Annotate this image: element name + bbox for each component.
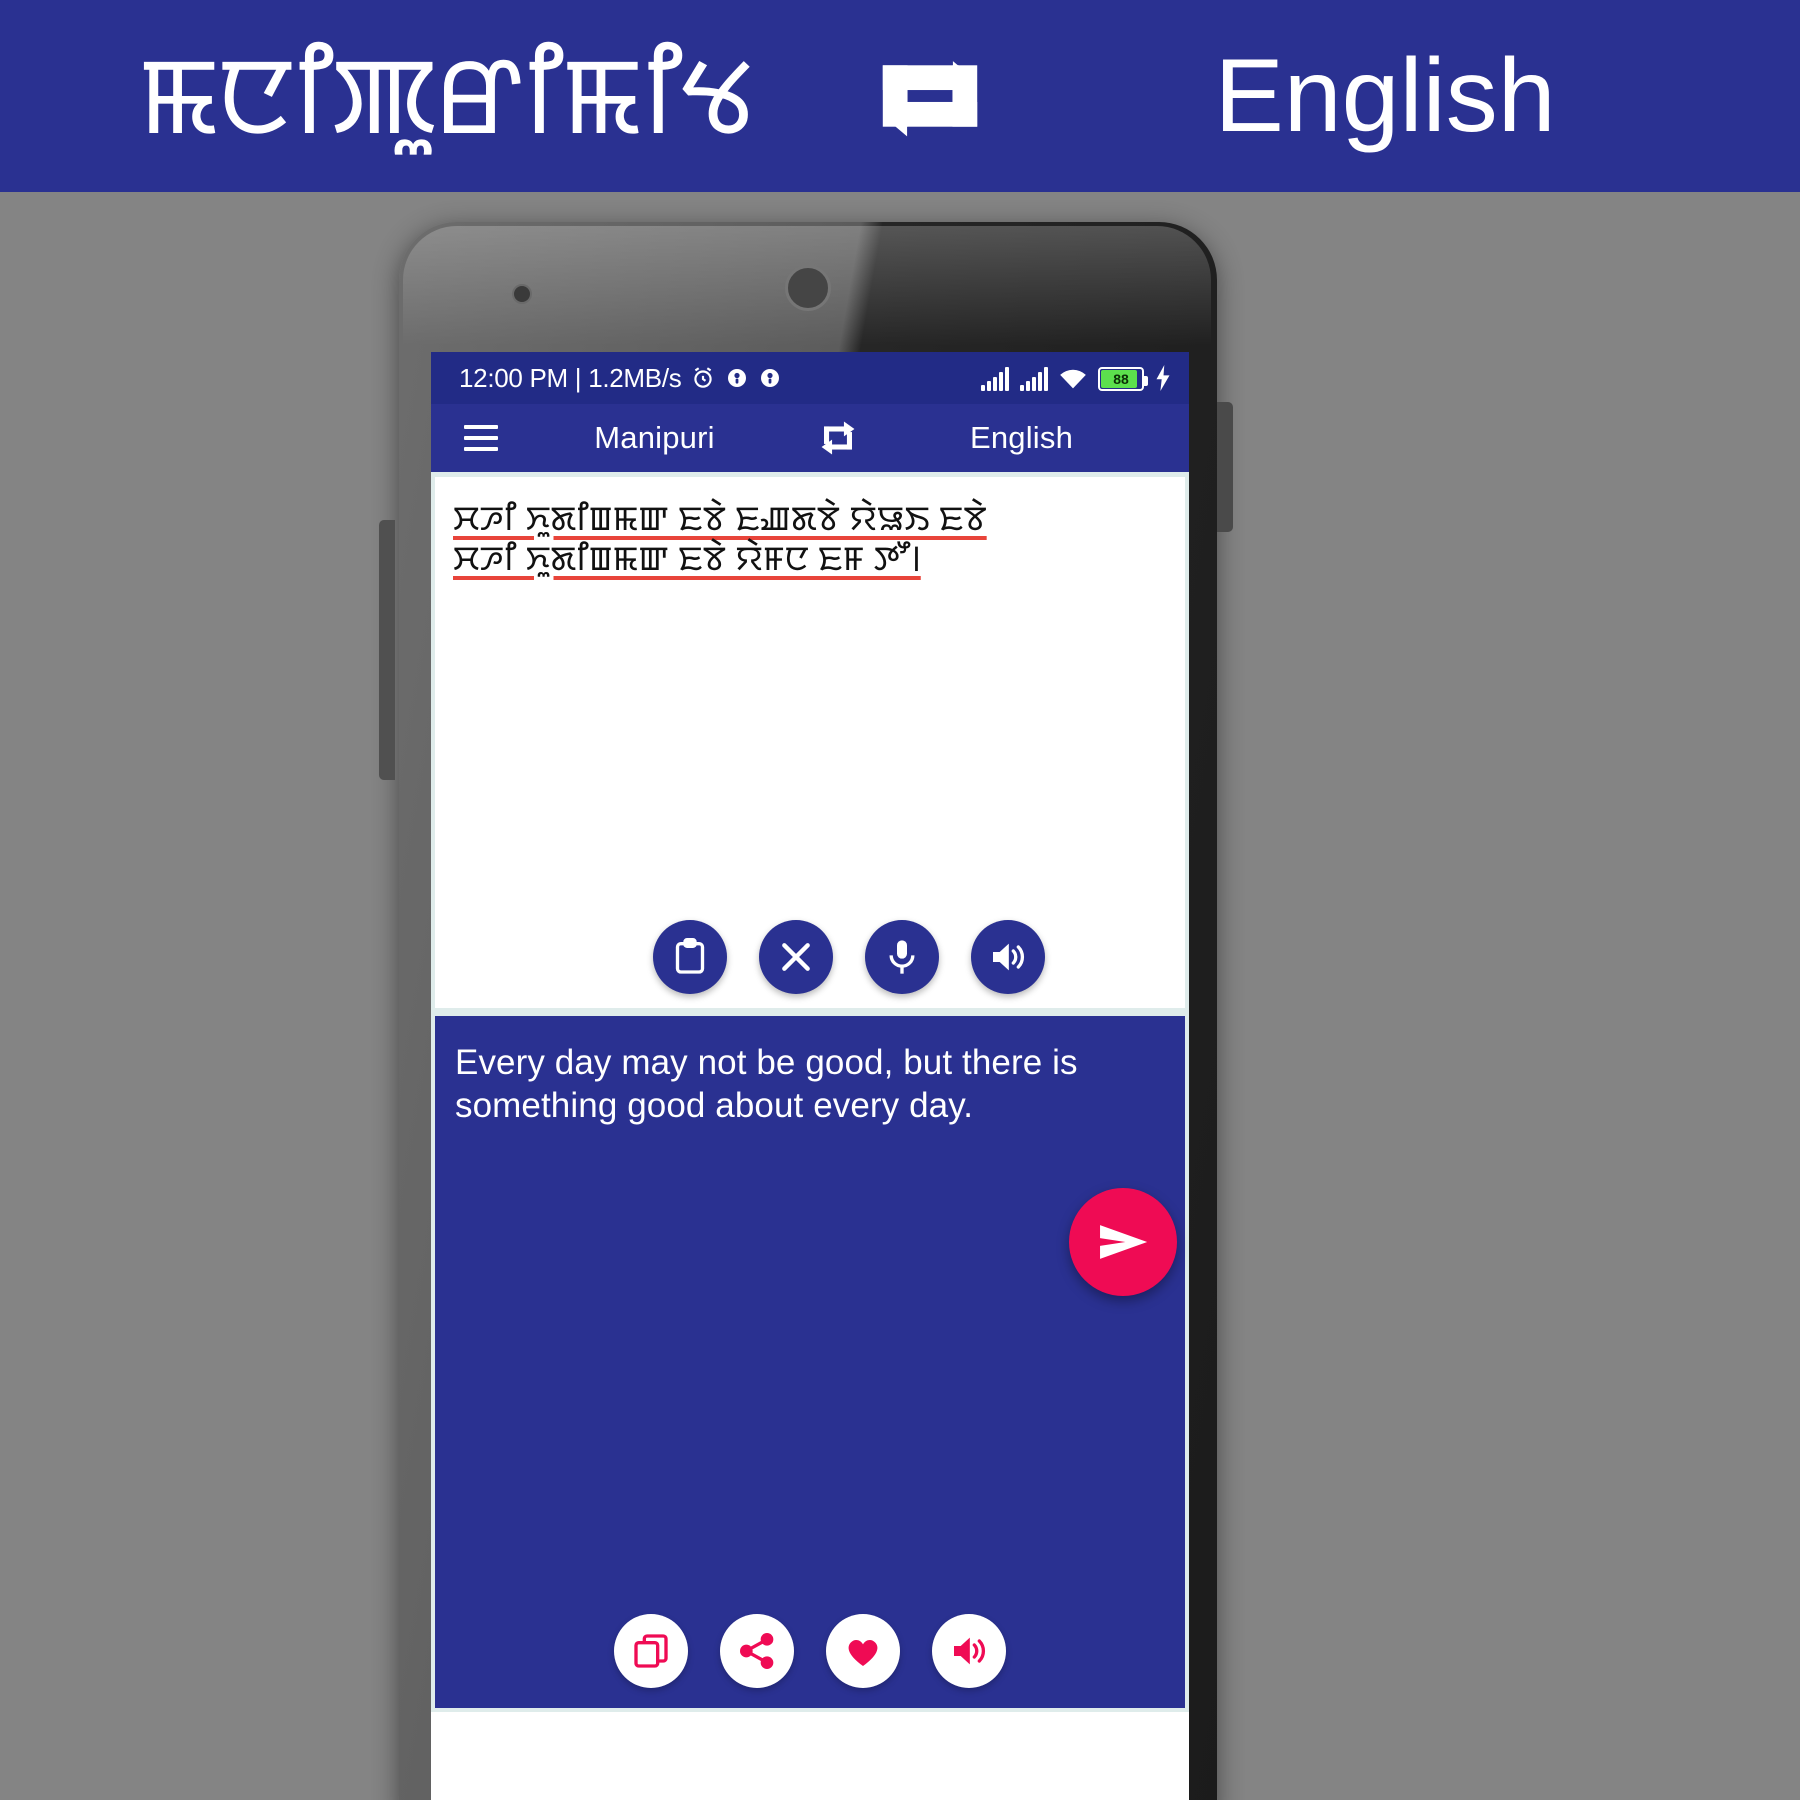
status-bar-right: 88 xyxy=(981,365,1171,391)
screen-bottom-strip xyxy=(431,1712,1189,1736)
app-toolbar: Manipuri English xyxy=(431,404,1189,472)
bolt-icon xyxy=(1155,365,1171,391)
voice-input-button[interactable] xyxy=(865,920,939,994)
status-bar-text: 12:00 PM | 1.2MB/s xyxy=(459,362,682,393)
translation-result-panel: Every day may not be good, but there is … xyxy=(431,1012,1189,1712)
banner-source-language: ꯃꯅꯤꯄꯨꯔꯤꯃꯤꯠ xyxy=(137,35,754,156)
status-bar: 12:00 PM | 1.2MB/s 88 xyxy=(431,352,1189,404)
vibrate-icon xyxy=(758,366,782,390)
phone-screen: 12:00 PM | 1.2MB/s 88 Manipuri English ꯆ… xyxy=(431,352,1189,1800)
vibrate-icon xyxy=(725,366,749,390)
swap-horizontal-icon xyxy=(825,41,1035,151)
share-icon xyxy=(737,1631,777,1671)
front-camera-icon xyxy=(512,284,532,304)
battery-icon: 88 xyxy=(1098,367,1148,391)
copy-icon xyxy=(631,1631,671,1671)
share-button[interactable] xyxy=(720,1614,794,1688)
alarm-clock-icon xyxy=(690,365,716,391)
translation-result-text: Every day may not be good, but there is … xyxy=(455,1043,1078,1125)
heart-icon xyxy=(843,1631,883,1671)
wifi-icon xyxy=(1059,367,1087,391)
earpiece-speaker xyxy=(785,265,831,311)
speaker-icon xyxy=(988,937,1028,977)
signal-1-icon xyxy=(981,367,1009,391)
signal-2-icon xyxy=(1020,367,1048,391)
speak-result-button[interactable] xyxy=(932,1614,1006,1688)
speaker-icon xyxy=(949,1631,989,1671)
promo-banner: ꯃꯅꯤꯄꯨꯔꯤꯃꯤꯠ English xyxy=(0,0,1800,192)
send-translate-button[interactable] xyxy=(1069,1188,1177,1296)
send-icon xyxy=(1094,1213,1152,1271)
result-action-buttons xyxy=(435,1614,1185,1688)
swap-horizontal-icon[interactable] xyxy=(800,417,876,459)
volume-button[interactable] xyxy=(379,520,395,780)
source-text-panel: ꯆꯍꯤ ꯈꯨꯗꯤꯡꯃꯛ ꯐꯕꯥ ꯐꯉꯗꯕꯥ ꯌꯥꯎꯏ ꯐꯕꯥ ꯆꯍꯤ ꯈꯨꯗꯤꯡ… xyxy=(431,472,1189,1012)
banner-target-language: English xyxy=(1214,38,1556,154)
source-action-buttons xyxy=(435,920,1185,994)
favorite-button[interactable] xyxy=(826,1614,900,1688)
source-text-input[interactable]: ꯆꯍꯤ ꯈꯨꯗꯤꯡꯃꯛ ꯐꯕꯥ ꯐꯉꯗꯕꯥ ꯌꯥꯎꯏ ꯐꯕꯥ ꯆꯍꯤ ꯈꯨꯗꯤꯡ… xyxy=(453,499,1167,579)
copy-button[interactable] xyxy=(614,1614,688,1688)
close-x-icon xyxy=(776,937,816,977)
clear-button[interactable] xyxy=(759,920,833,994)
status-bar-left: 12:00 PM | 1.2MB/s xyxy=(459,363,782,394)
microphone-icon xyxy=(882,937,922,977)
battery-level-label: 88 xyxy=(1113,371,1129,387)
phone-mockup: 12:00 PM | 1.2MB/s 88 Manipuri English ꯆ… xyxy=(379,222,1233,1800)
speak-source-button[interactable] xyxy=(971,920,1045,994)
source-language-selector[interactable]: Manipuri xyxy=(509,420,800,456)
power-button[interactable] xyxy=(1217,402,1233,532)
clipboard-icon xyxy=(670,937,710,977)
target-language-selector[interactable]: English xyxy=(876,420,1167,456)
paste-button[interactable] xyxy=(653,920,727,994)
hamburger-menu-icon[interactable] xyxy=(453,410,509,466)
screenshot-root: ꯃꯅꯤꯄꯨꯔꯤꯃꯤꯠ English 12:00 PM | 1.2MB/s 88… xyxy=(0,0,1800,1800)
